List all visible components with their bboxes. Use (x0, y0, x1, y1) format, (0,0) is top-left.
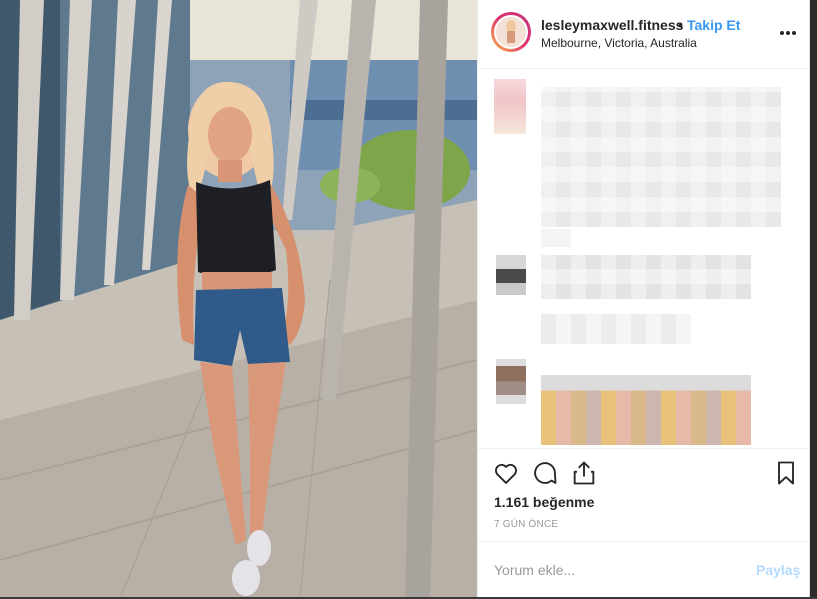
add-comment-bar: Paylaş (478, 541, 810, 598)
share-icon[interactable] (570, 459, 598, 487)
comment-avatar-pixelated (496, 359, 526, 404)
comment-meta-pixelated (541, 229, 571, 247)
comment-text-pixelated (541, 255, 751, 299)
follow-button[interactable]: Takip Et (687, 17, 740, 33)
comment-avatar-pixelated (494, 79, 526, 134)
location-link[interactable]: Melbourne, Victoria, Australia (541, 36, 697, 50)
photo-illustration (0, 0, 477, 599)
username-link[interactable]: lesleymaxwell.fitness (541, 17, 683, 33)
comment-input[interactable] (494, 560, 734, 580)
post-timestamp[interactable]: 7 GÜN ÖNCE (494, 519, 558, 530)
heart-icon[interactable] (492, 459, 520, 487)
post-photo[interactable] (0, 0, 477, 599)
comments-list (478, 69, 810, 447)
post-header: lesleymaxwell.fitness • Takip Et Melbour… (478, 0, 810, 69)
comment-text-pixelated (541, 375, 751, 445)
comment-text-pixelated (541, 87, 781, 227)
more-options-icon[interactable] (778, 22, 798, 42)
avatar-image (496, 17, 526, 47)
profile-avatar[interactable] (491, 12, 531, 52)
comment-avatar-pixelated (496, 255, 526, 295)
window-edge-right (810, 0, 817, 599)
comment-bubble-icon[interactable] (531, 459, 559, 487)
bookmark-icon[interactable] (772, 459, 800, 487)
separator-dot: • (678, 17, 683, 33)
post-actions-bar (478, 448, 810, 489)
post-comment-button[interactable]: Paylaş (756, 562, 800, 578)
comment-meta-pixelated (541, 314, 691, 344)
likes-count[interactable]: 1.161 beğenme (494, 494, 594, 510)
post-side-panel: lesleymaxwell.fitness • Takip Et Melbour… (477, 0, 810, 599)
